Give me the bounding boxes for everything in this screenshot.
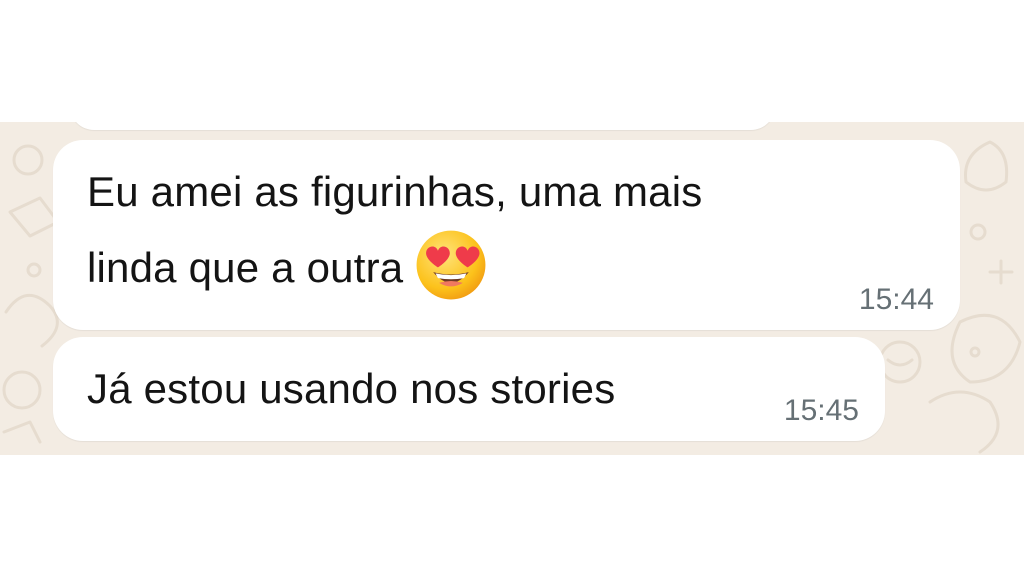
previous-message-bubble[interactable] <box>70 122 775 130</box>
message-text: Eu amei as figurinhas, uma mais linda qu… <box>87 154 847 309</box>
screenshot-canvas: Eu amei as figurinhas, uma mais linda qu… <box>0 0 1024 577</box>
message-timestamp: 15:45 <box>783 394 859 427</box>
heart-eyes-emoji-icon <box>416 230 486 300</box>
message-bubble[interactable]: Já estou usando nos stories 15:45 <box>53 337 885 441</box>
chat-conversation[interactable]: Eu amei as figurinhas, uma mais linda qu… <box>0 122 1024 455</box>
message-timestamp: 15:44 <box>858 283 934 316</box>
message-line: linda que a outra <box>87 244 404 291</box>
message-text: Já estou usando nos stories <box>87 365 616 412</box>
message-bubble[interactable]: Eu amei as figurinhas, uma mais linda qu… <box>53 140 960 330</box>
message-line: Eu amei as figurinhas, uma mais <box>87 168 703 215</box>
